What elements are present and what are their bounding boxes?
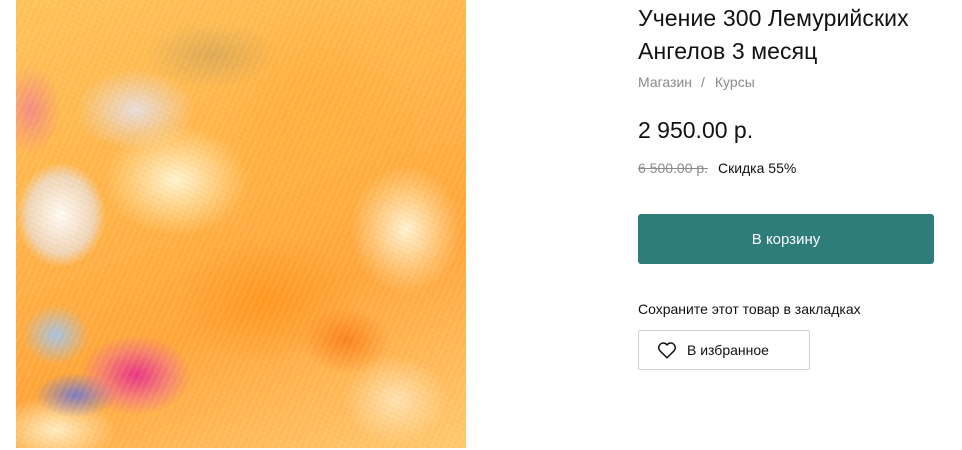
breadcrumb: Магазин / Курсы bbox=[638, 73, 755, 91]
breadcrumb-shop-link[interactable]: Магазин bbox=[638, 74, 692, 90]
product-title: Учение 300 Лемурийских Ангелов 3 месяц bbox=[638, 5, 909, 64]
current-price: 2 950.00 р. bbox=[638, 117, 754, 143]
old-price: 6 500.00 р. bbox=[638, 160, 709, 176]
add-to-favorites-button[interactable]: В избранное bbox=[638, 330, 810, 370]
product-page: Учение 300 Лемурийских Ангелов 3 месяц М… bbox=[0, 0, 962, 450]
heart-icon bbox=[657, 341, 677, 359]
discount-row: 6 500.00 р. Скидка 55% bbox=[638, 159, 796, 177]
product-image[interactable] bbox=[16, 0, 466, 448]
breadcrumb-separator: / bbox=[701, 74, 705, 90]
bookmark-prompt: Сохраните этот товар в закладках bbox=[638, 301, 861, 317]
favorites-label: В избранное bbox=[687, 342, 769, 358]
image-texture bbox=[16, 0, 466, 448]
add-to-cart-button[interactable]: В корзину bbox=[638, 214, 934, 264]
discount-label: Скидка 55% bbox=[717, 160, 797, 176]
breadcrumb-courses-link[interactable]: Курсы bbox=[715, 74, 755, 90]
